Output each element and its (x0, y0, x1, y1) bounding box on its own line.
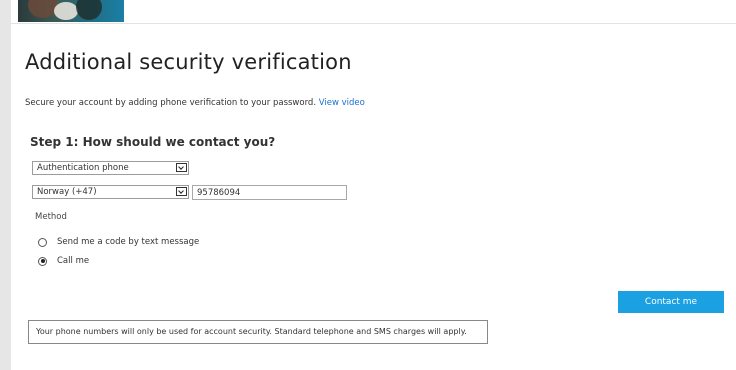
country-select[interactable]: Norway (+47) (32, 185, 189, 199)
view-video-link[interactable]: View video (319, 98, 365, 108)
notice-box: Your phone numbers will only be used for… (28, 320, 488, 344)
banner-image (18, 0, 124, 22)
contact-method-value: Authentication phone (37, 163, 129, 173)
header-divider (11, 23, 736, 24)
chevron-down-icon[interactable] (176, 187, 187, 196)
phone-number-input[interactable] (192, 185, 347, 200)
contact-method-select[interactable]: Authentication phone (32, 161, 189, 175)
radio-button[interactable] (38, 237, 47, 247)
step-title: Step 1: How should we contact you? (30, 135, 276, 149)
radio-option-text-message[interactable]: Send me a code by text message (38, 237, 199, 247)
chevron-down-icon[interactable] (176, 163, 187, 172)
method-label: Method (35, 212, 67, 222)
radio-option-call-me[interactable]: Call me (38, 256, 89, 266)
contact-me-button[interactable]: Contact me (618, 291, 724, 313)
intro-description: Secure your account by adding phone veri… (25, 98, 317, 108)
radio-label: Call me (57, 256, 90, 266)
intro-text: Secure your account by adding phone veri… (25, 98, 365, 108)
country-value: Norway (+47) (37, 187, 97, 197)
left-rail (0, 0, 11, 370)
radio-label: Send me a code by text message (57, 237, 200, 247)
page-title: Additional security verification (25, 50, 352, 74)
radio-button-checked[interactable] (38, 256, 47, 266)
